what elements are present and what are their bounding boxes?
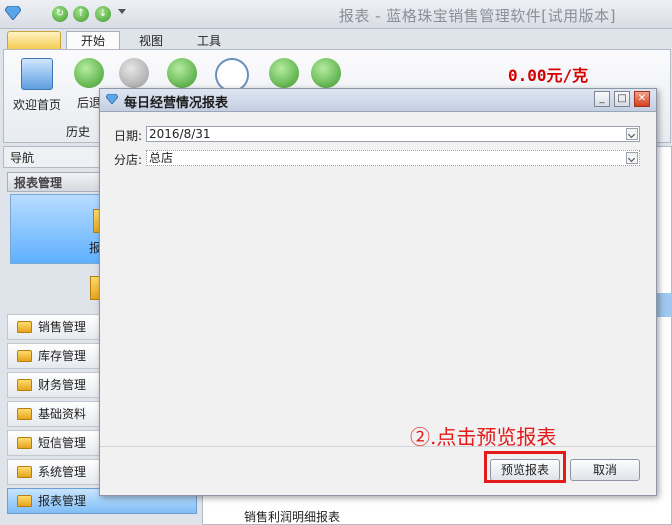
dialog-divider [100, 446, 656, 447]
nav-item-label: 库存管理 [38, 349, 87, 363]
branch-label: 分店: [114, 153, 143, 167]
nav-item-label: 基础资料 [38, 407, 87, 421]
tab-tools[interactable]: 工具 [182, 31, 236, 50]
nav-item-label: 报表管理 [38, 494, 87, 508]
dialog-title-bar[interactable]: 每日经营情况报表 _ □ ✕ [100, 89, 656, 112]
tutorial-annotation: ②.点击预览报表 [410, 425, 557, 449]
arrow-up-big-icon [269, 58, 299, 88]
tutorial-highlight-box [484, 451, 566, 483]
chevron-down-icon[interactable] [626, 128, 638, 140]
refresh-icon[interactable]: ↻ [52, 6, 68, 22]
tab-view[interactable]: 视图 [124, 31, 178, 50]
welcome-button[interactable]: 欢迎首页 [10, 58, 64, 113]
arrow-up-icon[interactable]: ↑ [73, 6, 89, 22]
gold-price-display: 0.00元/克 [508, 66, 589, 85]
nav-item-label: 财务管理 [38, 378, 87, 392]
folder-icon [17, 321, 32, 333]
nav-item-label: 短信管理 [38, 436, 87, 450]
branch-value: 总店 [149, 151, 174, 165]
back-label: 后退 [76, 96, 101, 110]
chevron-down-icon[interactable] [626, 152, 638, 164]
arrow-down-icon[interactable]: ↓ [95, 6, 111, 22]
app-menu-button[interactable] [7, 31, 61, 51]
home-icon [21, 58, 53, 90]
search-icon [215, 58, 249, 92]
selected-row-highlight [656, 293, 672, 317]
welcome-label: 欢迎首页 [12, 98, 61, 112]
arrow-down-big-icon [311, 58, 341, 88]
group-history-label: 历史 [66, 125, 91, 139]
date-label: 日期: [114, 129, 143, 143]
date-value: 2016/8/31 [149, 127, 211, 141]
diamond-icon [106, 94, 118, 104]
report-row-profit-detail[interactable]: 销售利润明细报表 [244, 508, 340, 525]
diamond-logo-icon [5, 6, 21, 20]
maximize-icon[interactable]: □ [614, 91, 630, 107]
daily-report-dialog: 每日经营情况报表 _ □ ✕ 日期: 2016/8/31 分店: 总店 ②.点击… [99, 88, 657, 496]
folder-icon [17, 408, 32, 420]
folder-icon [17, 495, 32, 507]
quick-access-dropdown-icon[interactable] [118, 9, 126, 14]
minimize-icon[interactable]: _ [594, 91, 610, 107]
close-icon[interactable]: ✕ [634, 91, 650, 107]
branch-select[interactable]: 总店 [146, 150, 640, 166]
nav-item-label: 销售管理 [38, 320, 87, 334]
nav-item-label: 系统管理 [38, 465, 87, 479]
folder-icon [17, 379, 32, 391]
folder-icon [17, 437, 32, 449]
forward-arrow-icon [119, 58, 149, 88]
back-arrow-icon [74, 58, 104, 88]
window-title: 报表 - 蓝格珠宝销售管理软件[试用版本] [338, 7, 616, 25]
cancel-button[interactable]: 取消 [570, 459, 640, 481]
date-field[interactable]: 2016/8/31 [146, 126, 640, 142]
folder-icon [17, 466, 32, 478]
tab-start[interactable]: 开始 [66, 31, 121, 50]
folder-icon [17, 350, 32, 362]
title-bar: ↻ ↑ ↓ 报表 - 蓝格珠宝销售管理软件[试用版本] [0, 0, 672, 29]
refresh-big-icon [167, 58, 197, 88]
dialog-title: 每日经营情况报表 [124, 96, 229, 111]
